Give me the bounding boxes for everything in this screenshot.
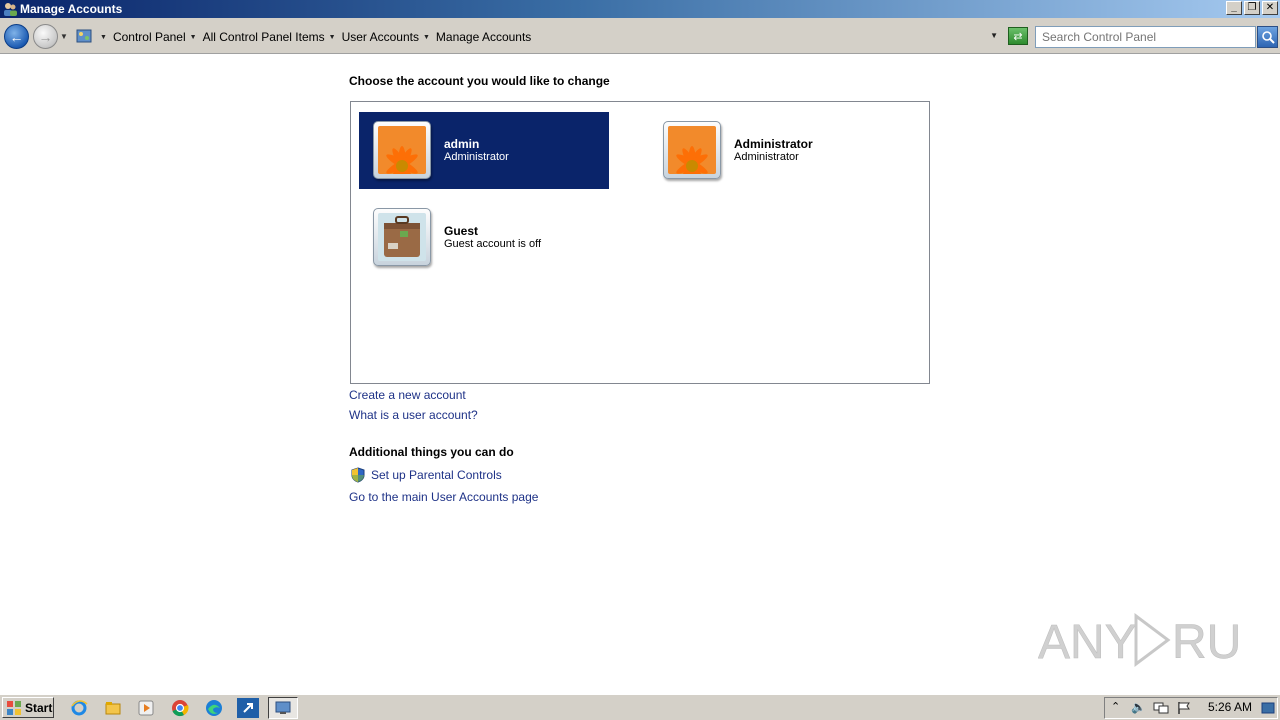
- arrow-left-icon: ←: [9, 28, 24, 45]
- account-type: Guest account is off: [444, 238, 542, 250]
- chevron-down-icon[interactable]: ▼: [423, 34, 430, 41]
- start-button[interactable]: Start: [2, 697, 54, 718]
- crumb-manage-accounts[interactable]: Manage Accounts: [436, 30, 531, 44]
- volume-icon[interactable]: 🔈: [1131, 700, 1146, 714]
- control-panel-icon: [76, 29, 92, 43]
- create-account-link[interactable]: Create a new account: [349, 388, 466, 402]
- crumb-control-panel[interactable]: Control Panel: [113, 30, 186, 44]
- account-picture: [373, 208, 431, 266]
- account-name: Administrator: [734, 137, 813, 151]
- search-button[interactable]: [1257, 26, 1278, 48]
- svg-text:RUN: RUN: [1172, 616, 1238, 669]
- accounts-list: admin Administrator Administrator Admini…: [350, 101, 930, 384]
- shortcut-icon[interactable]: [237, 698, 259, 718]
- account-picture: [663, 121, 721, 179]
- edge-icon[interactable]: [204, 698, 224, 718]
- breadcrumb: ▼ Control Panel ▼ All Control Panel Item…: [96, 30, 531, 44]
- anyrun-watermark: ANY RUN: [1038, 608, 1276, 672]
- control-panel-icon: [275, 701, 291, 714]
- navigation-bar: ← → ▼ ▼ Control Panel ▼ All Control Pane…: [0, 18, 1280, 54]
- crumb-all-items[interactable]: All Control Panel Items: [203, 30, 325, 44]
- account-type: Administrator: [444, 151, 509, 163]
- file-explorer-icon[interactable]: [103, 698, 123, 718]
- user-accounts-icon: [4, 3, 17, 16]
- address-bar[interactable]: ▼ Control Panel ▼ All Control Panel Item…: [72, 26, 1004, 48]
- media-player-icon[interactable]: [136, 698, 156, 718]
- refresh-icon: ⇄: [1013, 30, 1023, 43]
- chevron-down-icon[interactable]: ▼: [329, 34, 336, 41]
- account-name: admin: [444, 137, 480, 151]
- arrow-right-icon: →: [38, 28, 53, 45]
- chrome-icon[interactable]: [170, 698, 190, 718]
- internet-explorer-icon[interactable]: [69, 698, 89, 718]
- title-bar: Manage Accounts _ ❐ ✕: [0, 0, 1280, 18]
- account-admin[interactable]: admin Administrator: [359, 112, 609, 189]
- show-desktop-icon[interactable]: [1261, 701, 1275, 715]
- account-picture: [373, 121, 431, 179]
- account-administrator[interactable]: Administrator Administrator: [649, 112, 899, 189]
- start-label: Start: [25, 700, 53, 715]
- additional-heading: Additional things you can do: [349, 445, 514, 459]
- search-icon: [1261, 31, 1275, 44]
- refresh-button[interactable]: ⇄: [1008, 27, 1028, 45]
- flower-icon: [668, 126, 716, 174]
- search-field[interactable]: [1035, 26, 1256, 48]
- minimize-button[interactable]: _: [1226, 1, 1242, 15]
- chevron-down-icon[interactable]: ▼: [190, 34, 197, 41]
- active-window-button[interactable]: [268, 697, 298, 719]
- show-hidden-icons-icon[interactable]: ⌃: [1111, 700, 1120, 713]
- account-name: Guest: [444, 224, 479, 238]
- back-button[interactable]: ←: [4, 24, 29, 49]
- flower-icon: [378, 126, 426, 174]
- forward-button[interactable]: →: [33, 24, 58, 49]
- recent-pages-dropdown[interactable]: ▼: [60, 32, 68, 41]
- search-input[interactable]: [1036, 27, 1255, 47]
- parental-controls-link[interactable]: Set up Parental Controls: [371, 468, 502, 482]
- page-heading: Choose the account you would like to cha…: [349, 74, 610, 88]
- crumb-user-accounts[interactable]: User Accounts: [342, 30, 419, 44]
- window-title: Manage Accounts: [20, 2, 123, 16]
- suitcase-icon: [378, 213, 426, 261]
- shield-icon: [351, 467, 365, 483]
- close-button[interactable]: ✕: [1262, 1, 1278, 15]
- chevron-down-icon[interactable]: ▼: [100, 34, 107, 41]
- what-is-user-account-link[interactable]: What is a user account?: [349, 408, 478, 422]
- window-controls: _ ❐ ✕: [1226, 1, 1278, 15]
- restore-button[interactable]: ❐: [1244, 1, 1260, 15]
- network-icon[interactable]: [1153, 701, 1169, 715]
- taskbar: Start ⌃ 🔈: [0, 694, 1280, 720]
- clock: 5:26 AM: [1208, 700, 1253, 714]
- address-history-dropdown[interactable]: ▼: [990, 31, 998, 40]
- windows-logo-icon: [7, 700, 21, 715]
- account-type: Administrator: [734, 151, 799, 163]
- action-center-flag-icon[interactable]: [1177, 701, 1191, 715]
- svg-text:ANY: ANY: [1038, 616, 1137, 669]
- main-user-accounts-link[interactable]: Go to the main User Accounts page: [349, 490, 538, 504]
- account-guest[interactable]: Guest Guest account is off: [359, 199, 609, 276]
